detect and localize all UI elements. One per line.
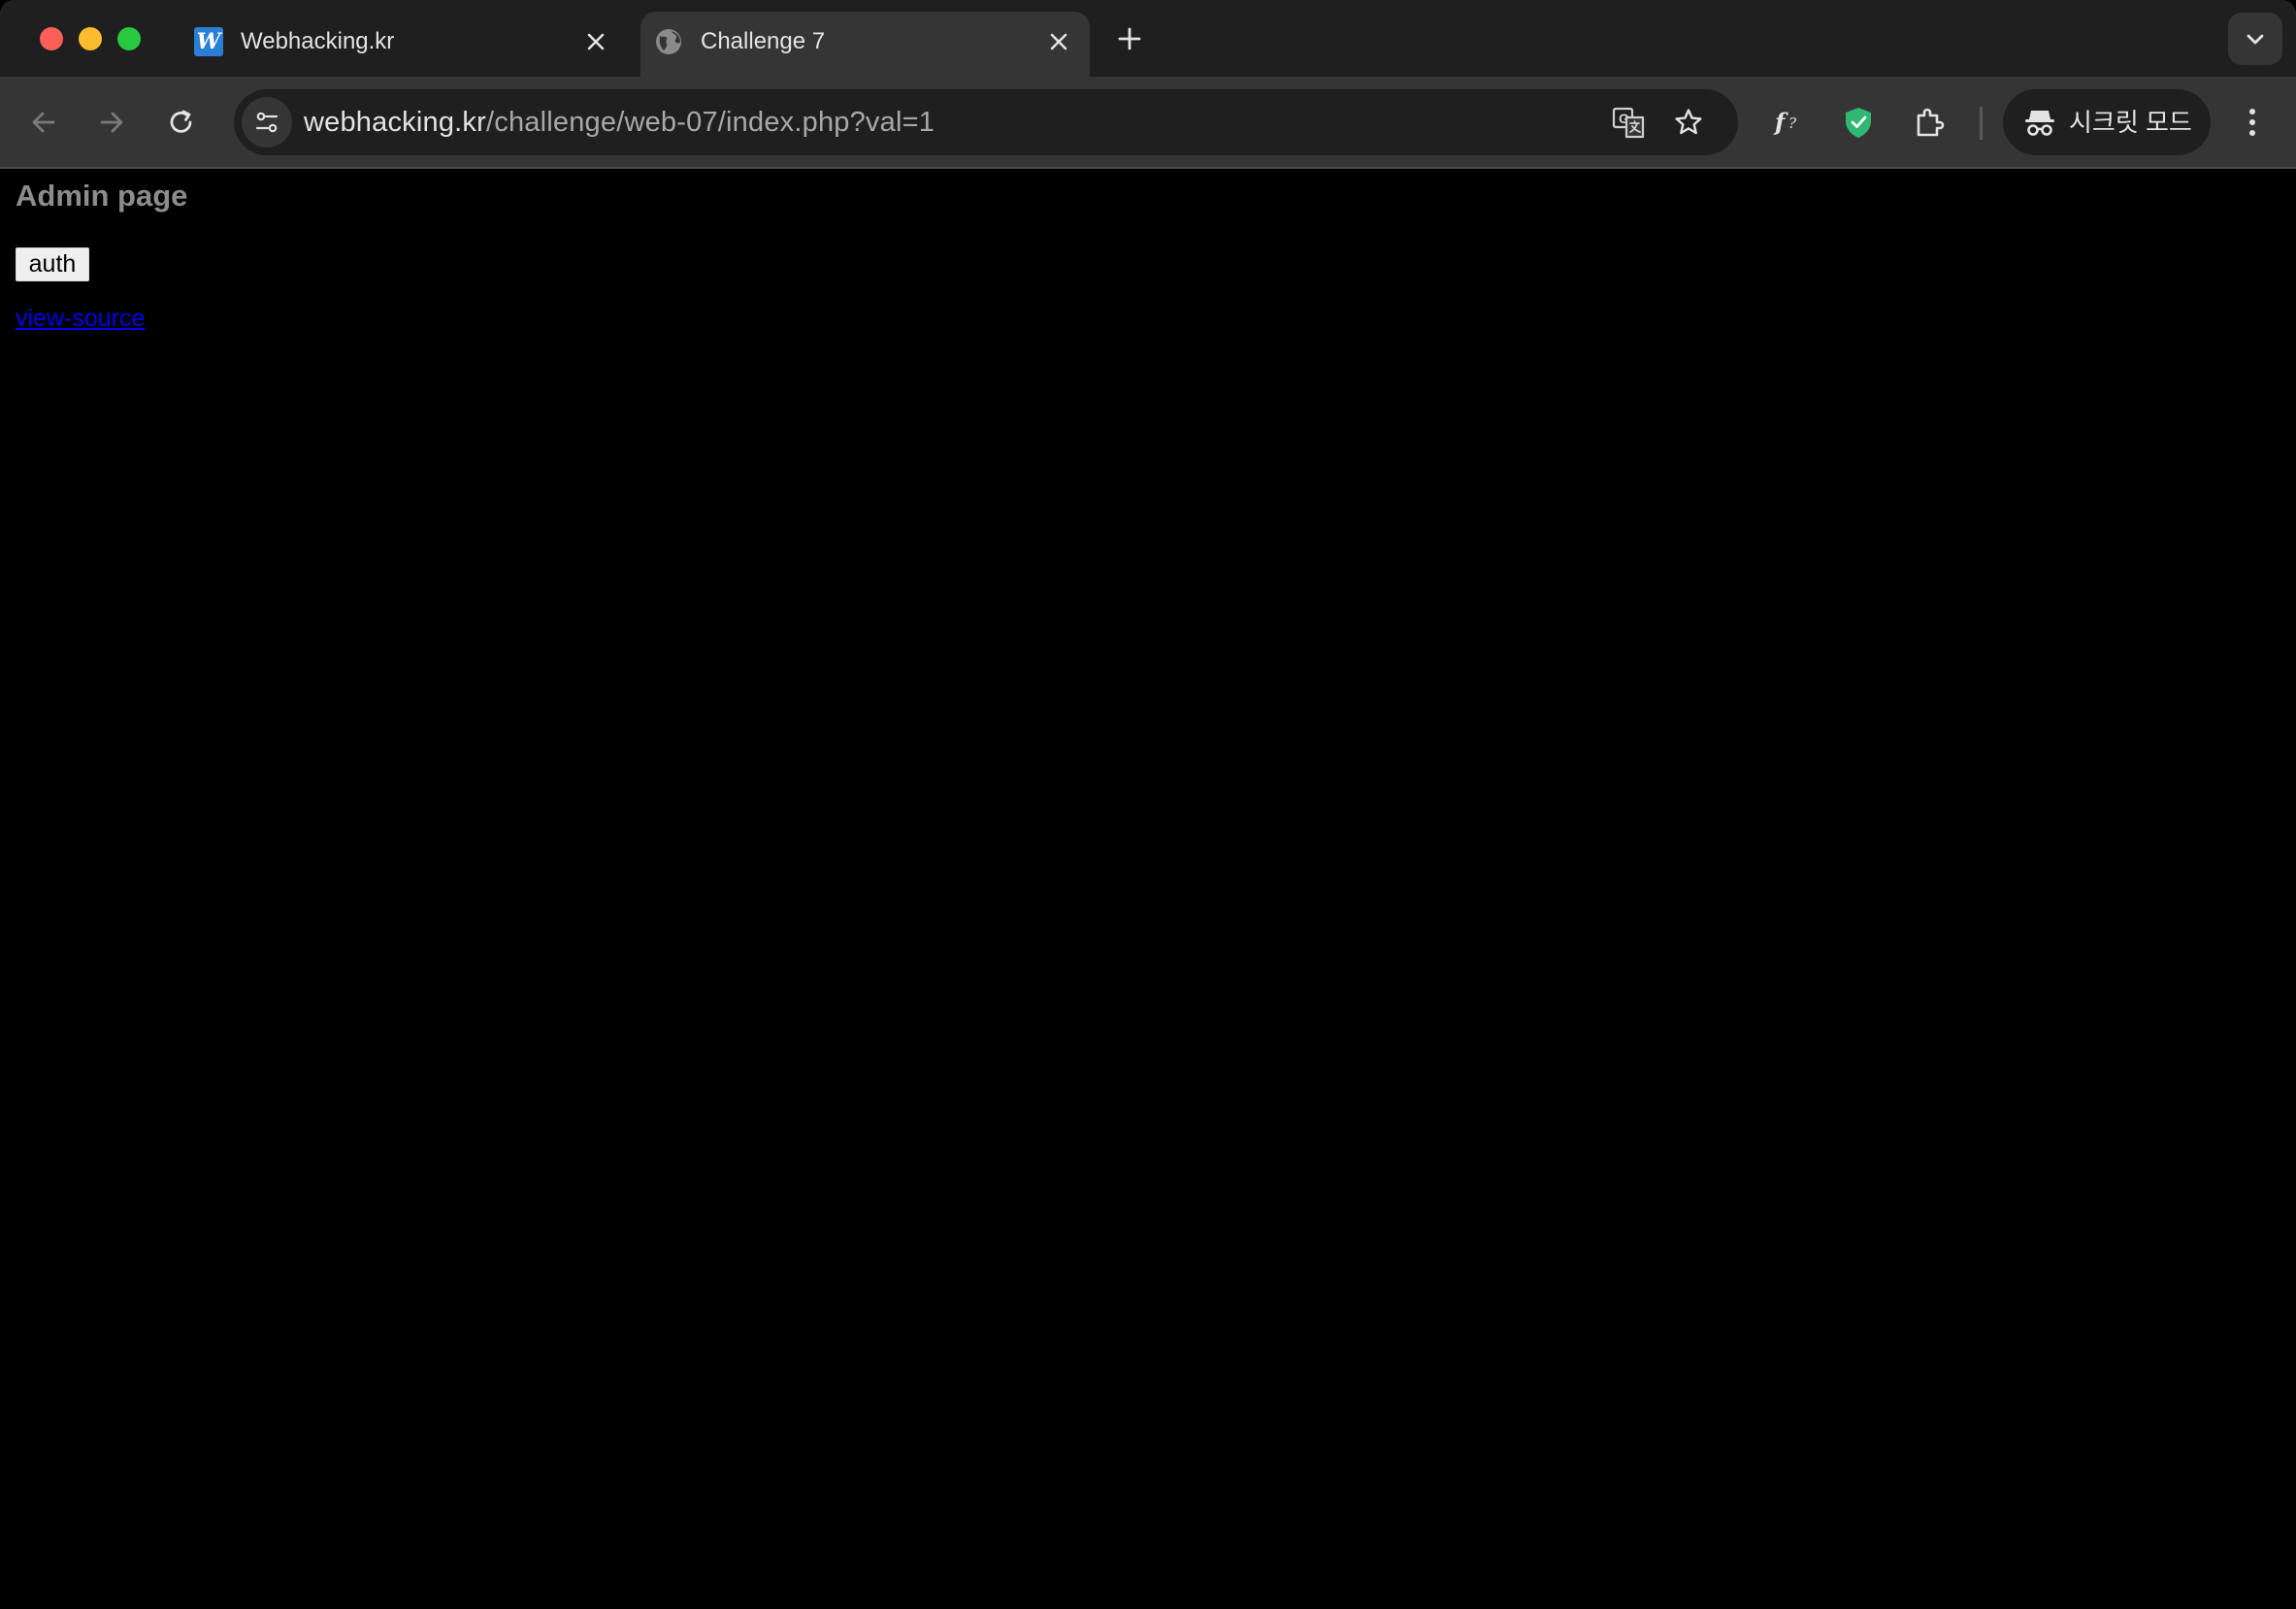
globe-icon bbox=[654, 27, 683, 56]
back-arrow-icon bbox=[32, 112, 55, 133]
translate-button[interactable]: G bbox=[1604, 98, 1653, 147]
minimize-window-button[interactable] bbox=[79, 27, 102, 50]
page-content: Admin page auth view-source bbox=[0, 169, 2296, 1609]
maximize-window-button[interactable] bbox=[117, 27, 141, 50]
tune-icon bbox=[255, 112, 279, 133]
menu-button[interactable] bbox=[2228, 98, 2277, 147]
puzzle-icon bbox=[1917, 108, 1945, 137]
more-vert-icon bbox=[2249, 109, 2255, 136]
extensions-button[interactable] bbox=[1905, 98, 1953, 147]
reload-icon bbox=[170, 110, 192, 133]
forward-button[interactable] bbox=[87, 98, 136, 147]
translate-icon: G bbox=[1612, 107, 1645, 139]
reload-button[interactable] bbox=[157, 98, 206, 147]
browser-toolbar: webhacking.kr/challenge/web-07/index.php… bbox=[0, 77, 2296, 169]
new-tab-button[interactable] bbox=[1114, 23, 1145, 54]
url-path: /challenge/web-07/index.php?val=1 bbox=[485, 107, 935, 138]
star-icon bbox=[1675, 109, 1702, 135]
tab-title: Challenge 7 bbox=[701, 28, 826, 54]
incognito-icon bbox=[2025, 111, 2054, 136]
tab-webhacking[interactable]: W Webhacking.kr bbox=[180, 12, 627, 77]
extension-fx-button[interactable]: f? bbox=[1764, 98, 1813, 147]
extension-shield-button[interactable] bbox=[1834, 98, 1883, 147]
svg-text:?: ? bbox=[1788, 115, 1797, 132]
view-source-link[interactable]: view-source bbox=[16, 305, 145, 333]
webhacking-favicon-icon: W bbox=[194, 27, 223, 56]
tab-search-button[interactable] bbox=[2228, 13, 2282, 65]
site-info-button[interactable] bbox=[242, 97, 292, 148]
tab-challenge-7[interactable]: Challenge 7 bbox=[640, 12, 1090, 77]
svg-text:f: f bbox=[1773, 108, 1788, 136]
function-icon: f? bbox=[1773, 108, 1797, 136]
browser-window: W Webhacking.kr Challenge 7 webhacking.k… bbox=[0, 0, 2296, 1609]
address-bar[interactable]: webhacking.kr/challenge/web-07/index.php… bbox=[234, 89, 1738, 155]
tab-title: Webhacking.kr bbox=[241, 28, 395, 54]
close-icon[interactable] bbox=[582, 28, 609, 55]
forward-arrow-icon bbox=[100, 112, 123, 133]
close-window-button[interactable] bbox=[40, 27, 63, 50]
url-text[interactable]: webhacking.kr/challenge/web-07/index.php… bbox=[304, 89, 935, 155]
tab-strip: W Webhacking.kr Challenge 7 bbox=[0, 0, 2296, 77]
auth-button[interactable]: auth bbox=[16, 247, 89, 281]
bookmark-button[interactable] bbox=[1664, 98, 1713, 147]
url-domain: webhacking.kr bbox=[304, 107, 486, 138]
shield-check-icon bbox=[1846, 108, 1871, 138]
close-icon[interactable] bbox=[1045, 28, 1072, 55]
toolbar-separator bbox=[1980, 107, 1983, 140]
back-button[interactable] bbox=[19, 98, 68, 147]
incognito-label: 시크릿 모드 bbox=[2069, 108, 2192, 137]
incognito-indicator[interactable]: 시크릿 모드 bbox=[2003, 89, 2211, 155]
page-title: Admin page bbox=[16, 179, 188, 213]
chevron-down-icon bbox=[2247, 34, 2264, 45]
